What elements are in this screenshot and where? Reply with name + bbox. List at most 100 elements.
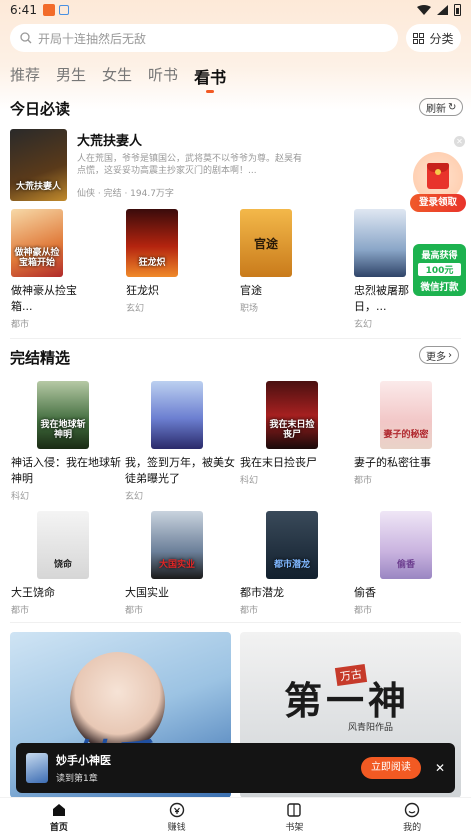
book-tag: 科幻 [240, 475, 259, 486]
reading-cover [26, 753, 48, 783]
nav-profile[interactable]: 我的 [353, 798, 471, 837]
book-item[interactable]: 都市潜龙 都市潜龙 都市 [240, 511, 350, 616]
book-cover: 我在地球斩神明 [37, 381, 89, 449]
book-tag: 玄幻 [125, 491, 144, 502]
featured-book[interactable]: 大荒扶妻人 大荒扶妻人 人在荒国，爷爷是镇国公，武将莫不以爷爷为尊。赵昊有点慌，… [10, 129, 465, 201]
reading-progress: 读到第1章 [56, 774, 98, 784]
featured-description: 人在荒国，爷爷是镇国公，武将莫不以爷爷为尊。赵昊有点慌，这妥妥功高震主抄家灭门的… [77, 154, 303, 177]
nav-home[interactable]: 首页 [0, 798, 118, 837]
grid-icon [413, 32, 425, 44]
book-item[interactable]: 偷香 偷香 都市 [354, 511, 464, 616]
redpacket-icon [427, 163, 449, 189]
book-cover: 大国实业 [151, 511, 203, 579]
signal-icon [437, 5, 448, 15]
finished-section-title: 完结精选 [10, 349, 71, 367]
book-item[interactable]: 妻子的秘密 妻子的私密往事 都市 [354, 381, 464, 486]
book-cover [151, 381, 203, 449]
continue-reading-bar[interactable]: 妙手小神医 读到第1章 立即阅读 ✕ [16, 743, 455, 793]
tab-reading[interactable]: 看书 [194, 64, 226, 88]
section-divider [10, 338, 461, 339]
tab-recommend[interactable]: 推荐 [10, 64, 40, 88]
nav-earn[interactable]: 赚钱 [118, 798, 236, 837]
section-divider [10, 622, 461, 623]
book-title: 大国实业 [125, 586, 169, 599]
refresh-icon: ↻ [448, 101, 457, 113]
app-notification-icon [42, 4, 55, 16]
status-bar: 6:41 [0, 0, 471, 20]
book-cover: 我在末日捡丧尸 [266, 381, 318, 449]
book-title: 我在末日捡丧尸 [240, 456, 317, 469]
book-item[interactable]: 我在末日捡丧尸 我在末日捡丧尸 科幻 [240, 381, 350, 486]
book-title: 狂龙炽 [126, 284, 159, 297]
book-cover: 饶命 [37, 511, 89, 579]
nav-label: 首页 [49, 823, 68, 833]
book-cover: 做神豪从捡宝箱开始 [11, 209, 63, 277]
book-item[interactable]: 我，签到万年，被美女徒弟曝光了 玄幻 [125, 381, 235, 502]
battery-icon [454, 4, 461, 16]
book-cover-title: 偷香 [396, 560, 415, 571]
book-item[interactable]: 做神豪从捡宝箱开始 做神豪从捡宝箱... 都市 [11, 209, 91, 330]
book-item[interactable]: 官途 官途 职场 [240, 209, 320, 314]
wechat-reward-float[interactable]: 最高获得 100元 微信打款 [413, 244, 466, 296]
search-placeholder: 开局十连抽然后无敌 [38, 31, 147, 46]
today-section-title: 今日必读 [10, 100, 71, 118]
book-cover: 都市潜龙 [266, 511, 318, 579]
tab-female[interactable]: 女生 [102, 64, 132, 88]
book-title: 大王饶命 [11, 586, 55, 599]
book-title: 我，签到万年，被美女徒弟曝光了 [125, 456, 235, 485]
wechat-reward-amount: 100元 [418, 263, 461, 276]
book-title: 官途 [240, 284, 262, 297]
more-button[interactable]: 更多 › [419, 346, 459, 364]
tab-male[interactable]: 男生 [56, 64, 86, 88]
status-time: 6:41 [10, 3, 37, 17]
more-label: 更多 [426, 351, 446, 363]
book-cover-title: 官途 [253, 236, 278, 251]
book-cover: 官途 [240, 209, 292, 277]
book-tag: 玄幻 [126, 303, 145, 314]
book-item[interactable]: 大国实业 大国实业 都市 [125, 511, 235, 616]
close-icon[interactable]: ✕ [435, 761, 445, 775]
book-cover: 狂龙炽 [126, 209, 178, 277]
featured-title: 大荒扶妻人 [77, 134, 143, 149]
read-now-button[interactable]: 立即阅读 [360, 757, 421, 779]
nav-label: 我的 [403, 823, 422, 833]
book-cover-title: 做神豪从捡宝箱开始 [14, 248, 60, 269]
book-cover-title: 妻子的秘密 [383, 430, 429, 441]
home-icon [52, 804, 65, 816]
search-icon [20, 32, 32, 44]
book-title: 做神豪从捡宝箱... [11, 284, 77, 313]
book-cover-title: 饶命 [53, 560, 72, 571]
book-tag: 都市 [240, 605, 259, 616]
reading-book-title: 妙手小神医 [56, 754, 111, 767]
close-icon[interactable]: ✕ [454, 136, 465, 147]
book-title: 神话入侵：我在地球斩神明 [11, 456, 121, 485]
tab-audiobook[interactable]: 听书 [148, 64, 178, 88]
featured-cover: 大荒扶妻人 [10, 129, 67, 201]
book-tag: 科幻 [11, 491, 30, 502]
book-cover-title: 我在末日捡丧尸 [269, 420, 315, 441]
book-cover: 偷香 [380, 511, 432, 579]
reading-info: 妙手小神医 读到第1章 [56, 752, 111, 784]
search-input[interactable]: 开局十连抽然后无敌 [10, 24, 398, 52]
refresh-label: 刷新 [426, 103, 446, 115]
wifi-icon [417, 5, 431, 15]
book-tag: 都市 [354, 475, 373, 486]
book-cover-title: 大国实业 [158, 560, 195, 571]
redpacket-float[interactable]: 登录领取 [410, 152, 466, 212]
book-item[interactable]: 我在地球斩神明 神话入侵：我在地球斩神明 科幻 [11, 381, 121, 502]
nav-bookshelf[interactable]: 书架 [236, 798, 354, 837]
book-item[interactable]: 饶命 大王饶命 都市 [11, 511, 121, 616]
featured-meta: 仙侠 · 完结 · 194.7万字 [77, 189, 174, 199]
refresh-button[interactable]: 刷新 ↻ [419, 98, 464, 116]
book-item[interactable]: 狂龙炽 狂龙炽 玄幻 [126, 209, 206, 314]
category-button[interactable]: 分类 [406, 24, 461, 52]
banner-title: 第一神 [284, 678, 411, 723]
channel-tabs: 推荐 男生 女生 听书 看书 [10, 64, 226, 88]
book-tag: 都市 [125, 605, 144, 616]
book-title: 都市潜龙 [240, 586, 284, 599]
book-cover: 妻子的秘密 [380, 381, 432, 449]
wechat-reward-line1: 最高获得 [421, 251, 458, 261]
book-tag: 都市 [11, 319, 30, 330]
book-cover [354, 209, 406, 277]
bottom-nav: 首页 赚钱 书架 我的 [0, 797, 471, 837]
